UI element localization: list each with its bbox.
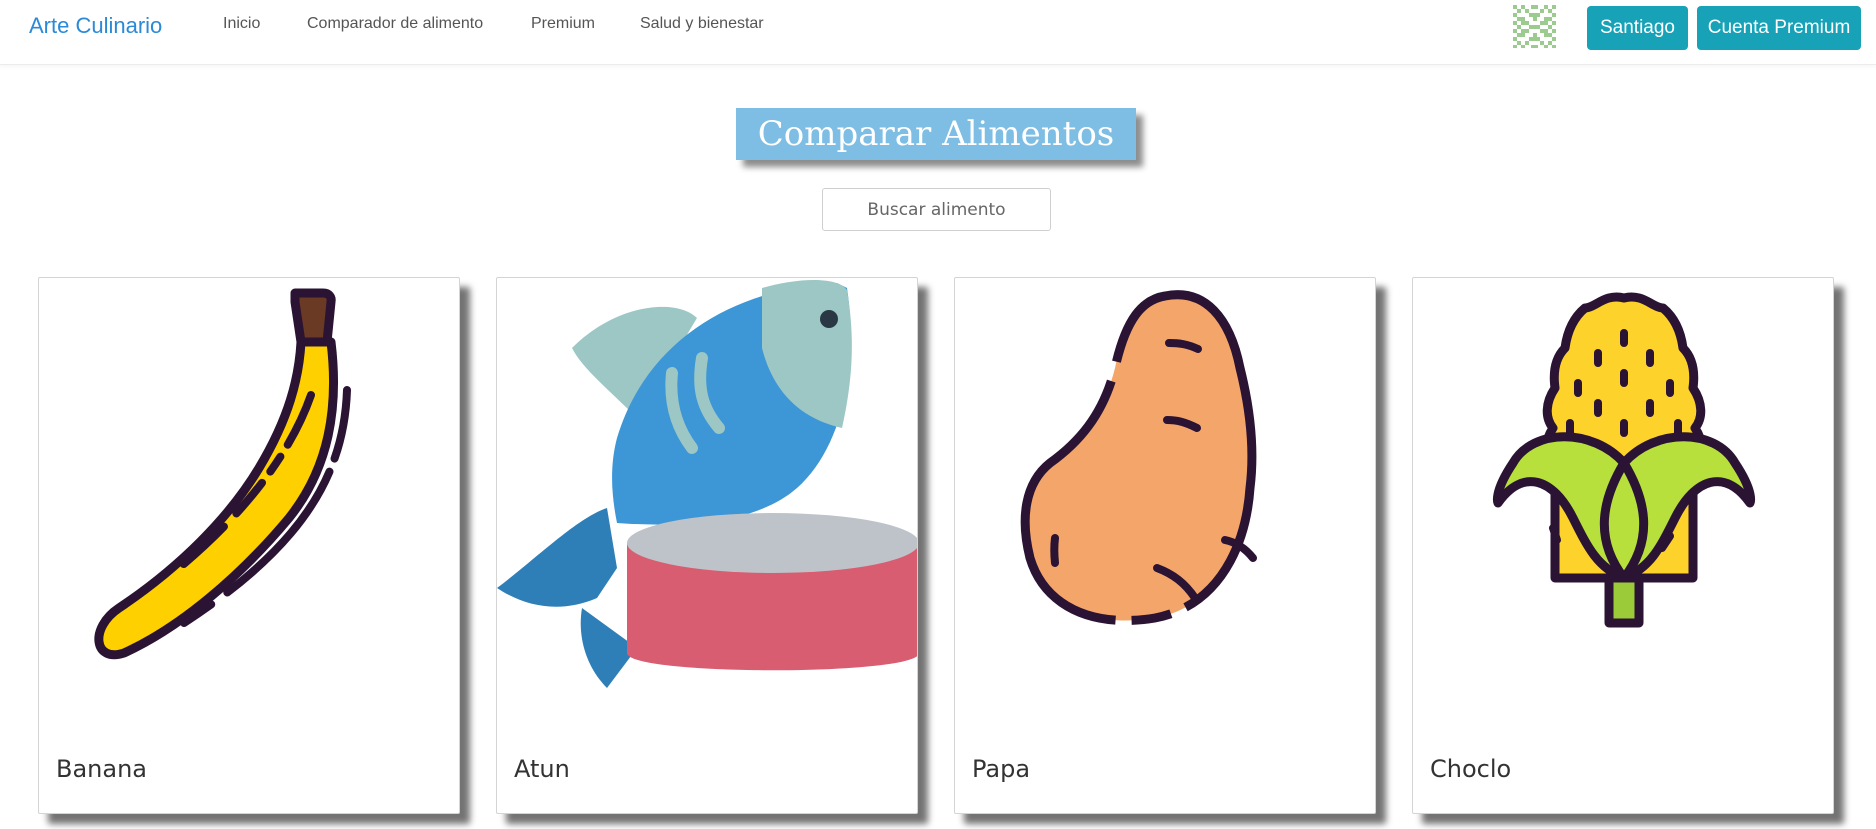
food-card-label: Papa xyxy=(972,755,1031,783)
page-title: Comparar Alimentos xyxy=(736,108,1136,160)
nav-link-inicio[interactable]: Inicio xyxy=(223,15,260,33)
qr-code-icon xyxy=(1511,3,1558,50)
nav-link-comparador[interactable]: Comparador de alimento xyxy=(307,15,483,33)
potato-icon xyxy=(1020,290,1257,625)
food-card-label: Choclo xyxy=(1430,755,1512,783)
top-navbar: Arte Culinario Inicio Comparador de alim… xyxy=(0,0,1876,65)
nav-link-premium[interactable]: Premium xyxy=(531,15,595,33)
food-card-papa[interactable]: Papa xyxy=(954,277,1376,814)
search-input[interactable] xyxy=(822,188,1051,231)
user-button[interactable]: Santiago xyxy=(1587,6,1688,50)
food-card-choclo[interactable]: Choclo xyxy=(1412,277,1834,814)
food-card-label: Atun xyxy=(514,755,570,783)
nav-link-salud[interactable]: Salud y bienestar xyxy=(640,15,764,33)
tuna-can-icon xyxy=(497,280,917,688)
banana-icon xyxy=(94,288,351,660)
brand-link[interactable]: Arte Culinario xyxy=(29,13,162,39)
premium-account-button[interactable]: Cuenta Premium xyxy=(1697,6,1861,50)
food-card-label: Banana xyxy=(56,755,148,783)
food-card-banana[interactable]: Banana xyxy=(38,277,460,814)
food-card-atun[interactable]: Atun xyxy=(496,277,918,814)
corn-icon xyxy=(1492,292,1756,628)
